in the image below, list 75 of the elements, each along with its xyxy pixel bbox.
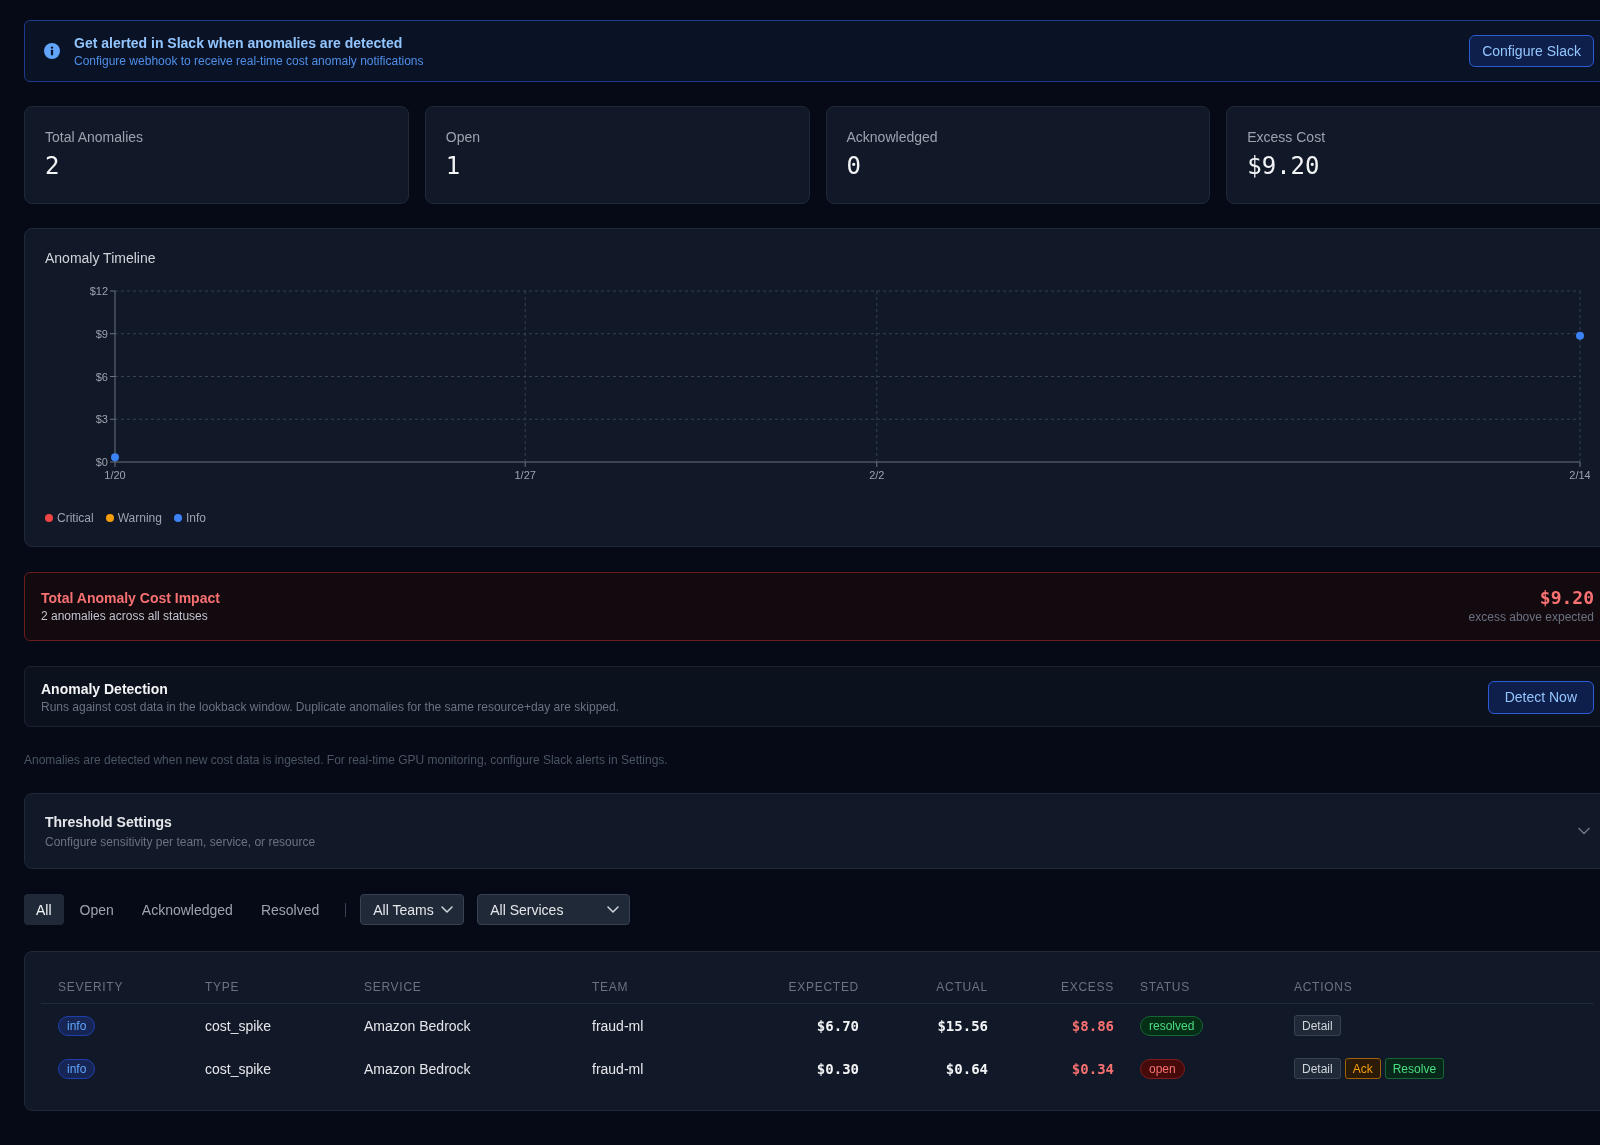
axis-label: $9 — [95, 327, 108, 340]
stat-label: Total Anomalies — [45, 128, 144, 147]
table-cell: Amazon Bedrock — [364, 1060, 471, 1077]
axis-label: $12 — [89, 285, 108, 297]
table-cell: Amazon Bedrock — [364, 1017, 471, 1034]
table-cell: $15.56 — [937, 1017, 988, 1034]
table-cell: $8.86 — [1071, 1017, 1114, 1034]
data-point — [111, 453, 119, 462]
legend-label: Critical — [57, 511, 94, 525]
column-header: EXPECTED — [788, 980, 859, 994]
axis-label: 2/14 — [1569, 469, 1590, 481]
table-cell: fraud-ml — [592, 1017, 644, 1034]
threshold-subtitle: Configure sensitivity per team, service, or resource — [45, 834, 316, 850]
legend-label: Warning — [117, 511, 162, 525]
cost-impact-subtitle: 2 anomalies across all statuses — [41, 608, 208, 624]
axis-label: $6 — [95, 370, 108, 383]
chevron-icon — [607, 906, 620, 913]
table-cell: cost_spike — [205, 1017, 272, 1034]
axis-label: 1/27 — [514, 469, 536, 481]
filter-tab[interactable]: Resolved — [248, 894, 332, 925]
data-point — [1576, 331, 1584, 340]
chart-title: Anomaly Timeline — [45, 249, 156, 267]
detail-button[interactable]: Detail — [1294, 1058, 1341, 1079]
stat-value: 2 — [45, 151, 60, 181]
filter-tab[interactable]: All — [24, 894, 64, 925]
filter-dropdown[interactable]: All Teams — [360, 894, 465, 925]
legend-label: Info — [185, 511, 206, 525]
cost-impact-title: Total Anomaly Cost Impact — [41, 589, 220, 608]
detection-title: Anomaly Detection — [41, 680, 168, 699]
threshold-settings-header[interactable]: Threshold Settings Configure sensitivity per team, service, or resource — [24, 793, 1600, 869]
stat-value: 0 — [846, 151, 861, 181]
chevron-icon — [441, 906, 454, 913]
table-cell: cost_spike — [205, 1060, 272, 1077]
axis-label: 1/20 — [104, 469, 126, 481]
ack-button[interactable]: Ack — [1344, 1058, 1381, 1079]
column-header: TYPE — [205, 980, 240, 994]
filter-tab[interactable]: Acknowledged — [129, 894, 245, 925]
column-header: EXCESS — [1061, 980, 1114, 994]
resolve-button[interactable]: Resolve — [1384, 1058, 1445, 1079]
column-header: SEVERITY — [58, 980, 124, 994]
cost-impact-amount: $9.20 — [1539, 587, 1594, 609]
column-header: STATUS — [1140, 980, 1190, 994]
threshold-title: Threshold Settings — [45, 813, 172, 832]
detection-description: Runs against cost data in the lookback window. Duplicate anomalies for the same resource+day are skipped. — [41, 699, 619, 715]
column-header: SERVICE — [364, 980, 422, 994]
stat-label: Excess Cost — [1247, 128, 1326, 147]
configure-slack-button[interactable]: Configure Slack — [1469, 35, 1594, 67]
axis-label: $3 — [95, 413, 108, 426]
stat-label: Open — [445, 128, 480, 147]
table-cell: $6.70 — [816, 1017, 859, 1034]
cost-impact-caption: excess above expected — [1468, 609, 1594, 625]
stat-label: Acknowledged — [846, 128, 938, 147]
info-icon — [44, 43, 60, 59]
info-note: Anomalies are detected when new cost data is ingested. For real-time GPU monitoring, configure Slack alerts in Settings. — [24, 752, 668, 769]
banner-title: Get alerted in Slack when anomalies are detected — [74, 34, 403, 53]
column-header: ACTUAL — [936, 980, 988, 994]
severity-badge: info — [58, 1058, 96, 1079]
column-header: TEAM — [592, 980, 629, 994]
table-cell: $0.34 — [1071, 1060, 1114, 1077]
detail-button[interactable]: Detail — [1294, 1015, 1341, 1036]
status-badge: open — [1140, 1058, 1185, 1079]
banner-subtitle: Configure webhook to receive real-time cost anomaly notifications — [74, 53, 424, 69]
stat-value: 1 — [445, 151, 461, 181]
axis-label: $0 — [95, 456, 108, 468]
axis-label: 2/2 — [869, 469, 885, 481]
status-badge: resolved — [1140, 1015, 1204, 1036]
table-cell: $0.64 — [945, 1060, 988, 1077]
filter-tab[interactable]: Open — [67, 894, 126, 925]
stat-value: $9.20 — [1247, 151, 1320, 181]
table-cell: $0.30 — [816, 1060, 859, 1077]
detect-now-button[interactable]: Detect Now — [1487, 680, 1594, 714]
table-cell: fraud-ml — [592, 1060, 644, 1077]
filter-dropdown[interactable]: All Services — [477, 894, 631, 925]
severity-badge: info — [58, 1015, 96, 1036]
column-header: ACTIONS — [1294, 980, 1353, 994]
